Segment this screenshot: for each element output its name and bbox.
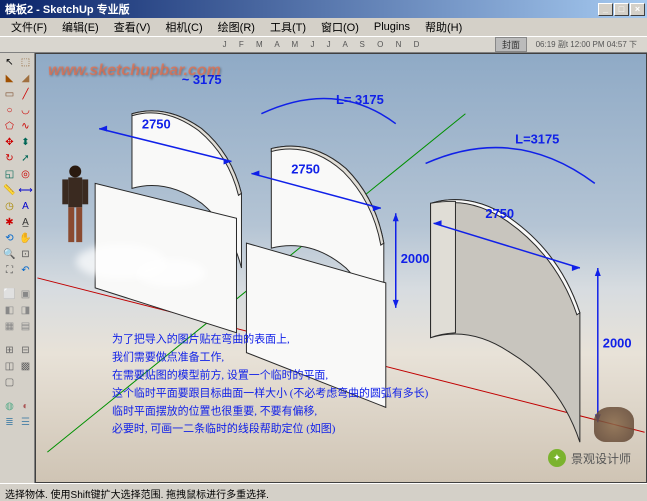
maximize-button[interactable]: □ [614, 3, 629, 16]
window-controls: _ □ × [598, 3, 645, 16]
select-tool-icon[interactable]: ↖ [2, 55, 17, 70]
back-view-icon[interactable]: ▦ [2, 319, 17, 334]
scene-tab[interactable]: 封面 [495, 37, 527, 52]
style-hidden-icon[interactable]: ⊟ [18, 343, 33, 358]
axes-tool-icon[interactable]: ✱ [2, 215, 17, 230]
svg-text:2750: 2750 [291, 161, 320, 176]
toolbar-left: ↖⬚ ◣◢ ▭╱ ○◡ ⬠∿ ✥⬍ ↻➚ ◱◎ 📏⟷ ◷A ✱A̲ ⟲✋ 🔍⊡ … [0, 53, 35, 483]
scale-tool-icon[interactable]: ◱ [2, 167, 17, 182]
polygon-tool-icon[interactable]: ⬠ [2, 119, 17, 134]
previous-tool-icon[interactable]: ↶ [18, 263, 33, 278]
circle-tool-icon[interactable]: ○ [2, 103, 17, 118]
menu-edit[interactable]: 编辑(E) [56, 18, 105, 36]
svg-text:临时平面摆放的位置也很重要, 不要有偏移,: 临时平面摆放的位置也很重要, 不要有偏移, [112, 403, 317, 417]
rect-tool-icon[interactable]: ▭ [2, 87, 17, 102]
menu-file[interactable]: 文件(F) [5, 18, 53, 36]
iso-view-icon[interactable]: ⬜ [2, 287, 17, 302]
arc-tool-icon[interactable]: ◡ [18, 103, 33, 118]
rotate-tool-icon[interactable]: ↻ [2, 151, 17, 166]
left-view-icon[interactable]: ▤ [18, 319, 33, 334]
svg-text:2000: 2000 [603, 336, 632, 351]
style-mono-icon[interactable]: ▢ [2, 375, 17, 390]
offset-tool-icon[interactable]: ◎ [18, 167, 33, 182]
menu-help[interactable]: 帮助(H) [419, 18, 468, 36]
pan-tool-icon[interactable]: ✋ [18, 231, 33, 246]
zoom-window-tool-icon[interactable]: ⊡ [18, 247, 33, 262]
timeline-times: 06:19 副t 12:00 PM 04:57 下 [536, 39, 637, 50]
menu-tools[interactable]: 工具(T) [264, 18, 312, 36]
follow-tool-icon[interactable]: ➚ [18, 151, 33, 166]
menu-window[interactable]: 窗口(O) [315, 18, 365, 36]
orbit-tool-icon[interactable]: ⟲ [2, 231, 17, 246]
style-wireframe-icon[interactable]: ⊞ [2, 343, 17, 358]
section-icon[interactable]: ◐ [18, 399, 33, 414]
line-tool-icon[interactable]: ╱ [18, 87, 33, 102]
minimize-button[interactable]: _ [598, 3, 613, 16]
text-tool-icon[interactable]: A [18, 199, 33, 214]
main-area: ↖⬚ ◣◢ ▭╱ ○◡ ⬠∿ ✥⬍ ↻➚ ◱◎ 📏⟷ ◷A ✱A̲ ⟲✋ 🔍⊡ … [0, 53, 647, 483]
svg-text:在需要贴图的模型前方, 设置一个临时的平面,: 在需要贴图的模型前方, 设置一个临时的平面, [112, 367, 328, 381]
svg-text:2000: 2000 [401, 251, 430, 266]
svg-text:L=3175: L=3175 [515, 132, 559, 147]
xray-icon[interactable]: ◍ [2, 399, 17, 414]
titlebar: 模板2 - SketchUp 专业版 _ □ × [0, 0, 647, 18]
pushpull-tool-icon[interactable]: ⬍ [18, 135, 33, 150]
svg-text:2750: 2750 [485, 206, 514, 221]
outliner-icon[interactable]: ☰ [18, 415, 33, 430]
curved-wall-3 [431, 200, 580, 443]
close-button[interactable]: × [630, 3, 645, 16]
emblem-icon [594, 407, 634, 442]
svg-text:我们需要做点准备工作,: 我们需要做点准备工作, [112, 350, 224, 364]
scale-figure [62, 165, 88, 242]
svg-text:这个临时平面要跟目标曲面一样大小 (不必考虑弯曲的圆弧有多长: 这个临时平面要跟目标曲面一样大小 (不必考虑弯曲的圆弧有多长) [112, 385, 429, 399]
move-tool-icon[interactable]: ✥ [2, 135, 17, 150]
zoom-tool-icon[interactable]: 🔍 [2, 247, 17, 262]
3dtext-tool-icon[interactable]: A̲ [18, 215, 33, 230]
svg-text:为了把导入的图片贴在弯曲的表面上,: 为了把导入的图片贴在弯曲的表面上, [112, 332, 290, 346]
extents-tool-icon[interactable]: ⛶ [2, 263, 17, 278]
timeline-months[interactable]: J F M A M J J A S O N D [223, 40, 425, 49]
style-shaded-icon[interactable]: ◫ [2, 359, 17, 374]
paint-tool-icon[interactable]: ◣ [2, 71, 17, 86]
menu-draw[interactable]: 绘图(R) [212, 18, 261, 36]
watermark: www.sketchupbar.com [48, 62, 221, 80]
style-texture-icon[interactable]: ▩ [18, 359, 33, 374]
menubar: 文件(F) 编辑(E) 查看(V) 相机(C) 绘图(R) 工具(T) 窗口(O… [0, 18, 647, 36]
svg-text:2750: 2750 [142, 117, 171, 132]
wechat-label: 景观设计师 [571, 450, 631, 467]
wechat-credit: ✦ 景观设计师 [548, 449, 631, 467]
right-view-icon[interactable]: ◨ [18, 303, 33, 318]
eraser-tool-icon[interactable]: ◢ [18, 71, 33, 86]
layers-icon[interactable]: ≣ [2, 415, 17, 430]
menu-plugins[interactable]: Plugins [368, 20, 416, 34]
viewport[interactable]: www.sketchupbar.com [35, 53, 647, 483]
svg-text:L= 3175: L= 3175 [336, 92, 384, 107]
menu-view[interactable]: 查看(V) [108, 18, 157, 36]
wechat-icon: ✦ [548, 449, 566, 467]
svg-text:必要时, 可画一二条临时的线段帮助定位 (如图): 必要时, 可画一二条临时的线段帮助定位 (如图) [112, 421, 336, 435]
timeline-bar: J F M A M J J A S O N D 封面 06:19 副t 12:0… [0, 36, 647, 53]
protractor-tool-icon[interactable]: ◷ [2, 199, 17, 214]
component-tool-icon[interactable]: ⬚ [18, 55, 33, 70]
menu-camera[interactable]: 相机(C) [159, 18, 208, 36]
top-view-icon[interactable]: ▣ [18, 287, 33, 302]
freehand-tool-icon[interactable]: ∿ [18, 119, 33, 134]
titlebar-text: 模板2 - SketchUp 专业版 [2, 1, 598, 17]
tape-tool-icon[interactable]: 📏 [2, 183, 17, 198]
front-view-icon[interactable]: ◧ [2, 303, 17, 318]
statusbar: 选择物体. 使用Shift键扩大选择范围. 拖拽鼠标进行多重选择. [0, 483, 647, 500]
dimension-tool-icon[interactable]: ⟷ [18, 183, 33, 198]
